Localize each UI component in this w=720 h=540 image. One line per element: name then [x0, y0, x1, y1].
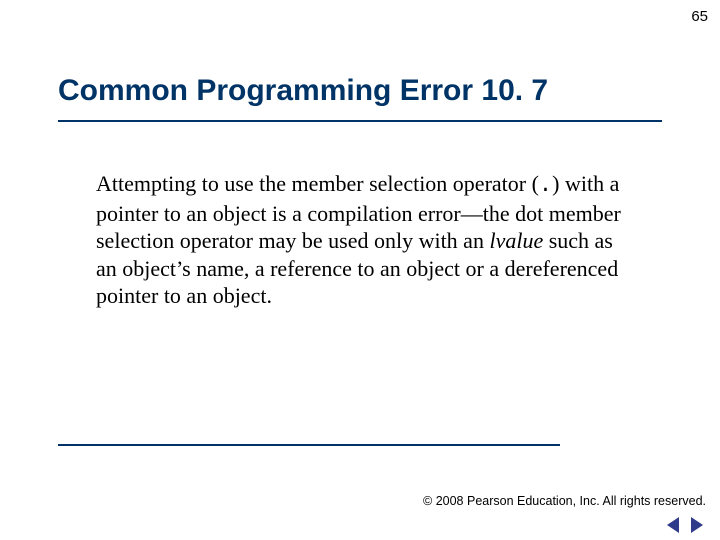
page-number: 65	[691, 8, 708, 25]
term-lvalue: lvalue	[489, 228, 543, 253]
operator-dot: .	[539, 173, 552, 198]
triangle-right-icon	[691, 517, 703, 533]
body-segment: Attempting to use the member selection o…	[96, 171, 539, 196]
triangle-left-icon	[667, 517, 679, 533]
nav-controls	[664, 516, 706, 534]
copyright-text: © 2008 Pearson Education, Inc. All right…	[423, 494, 706, 508]
prev-button[interactable]	[664, 516, 682, 534]
divider-bottom	[58, 444, 560, 446]
next-button[interactable]	[688, 516, 706, 534]
page-title: Common Programming Error 10. 7	[58, 74, 548, 108]
divider-top	[58, 120, 662, 122]
body-paragraph: Attempting to use the member selection o…	[96, 170, 636, 310]
